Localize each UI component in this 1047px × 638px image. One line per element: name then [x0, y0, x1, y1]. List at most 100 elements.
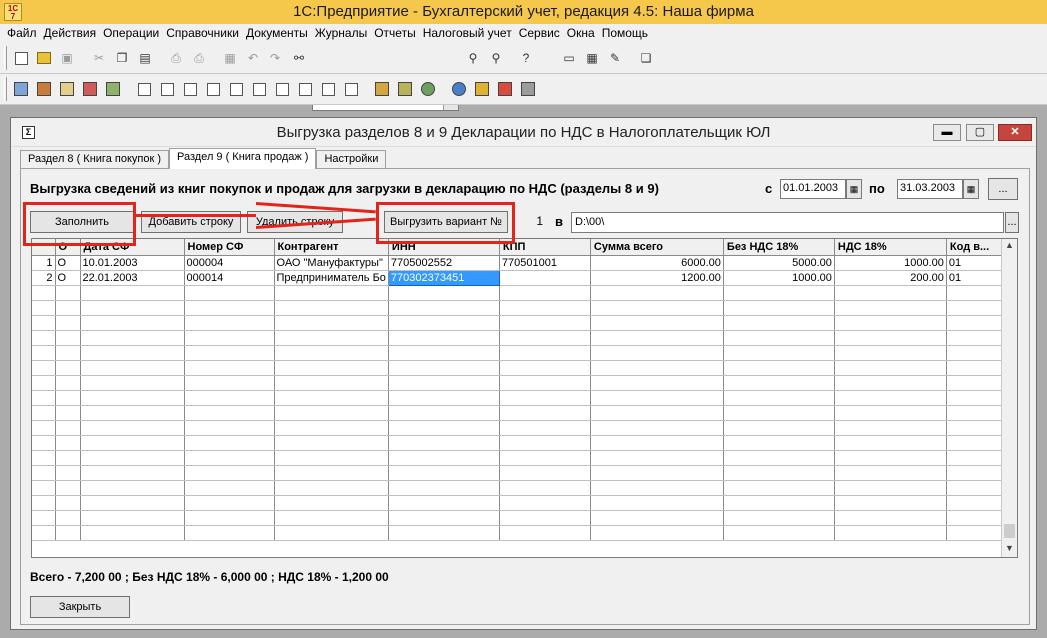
table-row[interactable]: 1 О 10.01.2003 000004 ОАО "Мануфактуры" 77050…: [32, 255, 1007, 271]
cell-net-amount[interactable]: [723, 465, 835, 481]
cell-o[interactable]: [55, 375, 81, 391]
cell-invoice-number[interactable]: [184, 390, 275, 406]
cell-total[interactable]: [590, 360, 724, 376]
cell-invoice-number[interactable]: [184, 480, 275, 496]
menu-windows[interactable]: Окна: [566, 24, 601, 43]
journal-icon[interactable]: [58, 80, 76, 98]
sales-book-table[interactable]: О Дата СФ Номер СФ Контрагент ИНН КПП Су…: [31, 238, 1018, 558]
cell-net-amount[interactable]: [723, 435, 835, 451]
cell-vat[interactable]: [834, 450, 947, 466]
cell-code[interactable]: [946, 495, 1007, 511]
cell-code[interactable]: 01: [946, 255, 1007, 271]
cell-invoice-date[interactable]: [80, 510, 185, 526]
cell-net-amount[interactable]: [723, 330, 835, 346]
report-4-icon[interactable]: [204, 80, 222, 98]
cell-row-number[interactable]: [32, 480, 56, 496]
cell-o[interactable]: [55, 315, 81, 331]
cell-kpp[interactable]: [499, 420, 591, 436]
table-row[interactable]: [32, 345, 1007, 361]
cell-inn[interactable]: [388, 360, 500, 376]
cell-total[interactable]: [590, 450, 724, 466]
cell-total[interactable]: [590, 345, 724, 361]
find-doc-icon[interactable]: ▦: [221, 49, 239, 67]
cell-vat[interactable]: 200.00: [834, 270, 947, 286]
cell-net-amount[interactable]: [723, 345, 835, 361]
cell-invoice-date[interactable]: [80, 285, 185, 301]
cell-inn[interactable]: [388, 435, 500, 451]
calendar-to-icon[interactable]: ▦: [963, 179, 979, 199]
cell-code[interactable]: [946, 435, 1007, 451]
cell-total[interactable]: [590, 315, 724, 331]
open-folder-icon[interactable]: [35, 49, 53, 67]
cell-invoice-number[interactable]: [184, 525, 275, 541]
date-from-field[interactable]: 01.01.2003: [780, 179, 846, 199]
cell-invoice-number[interactable]: [184, 285, 275, 301]
cell-vat[interactable]: [834, 465, 947, 481]
table-row[interactable]: 2 О 22.01.2003 000014 Предприниматель Бо 7703…: [32, 269, 1007, 286]
cell-o[interactable]: [55, 450, 81, 466]
cell-kpp[interactable]: 770501001: [499, 255, 591, 271]
cell-net-amount[interactable]: [723, 480, 835, 496]
report-9-icon[interactable]: [319, 80, 337, 98]
cell-counterparty[interactable]: [274, 525, 389, 541]
cell-kpp[interactable]: [499, 495, 591, 511]
cell-vat[interactable]: [834, 510, 947, 526]
cell-invoice-number[interactable]: [184, 330, 275, 346]
scroll-thumb[interactable]: [1004, 524, 1015, 538]
cell-invoice-date[interactable]: [80, 435, 185, 451]
cell-kpp[interactable]: [499, 390, 591, 406]
column-header-vat[interactable]: НДС 18%: [834, 239, 947, 256]
paste-icon[interactable]: ▤: [136, 49, 154, 67]
cell-total[interactable]: [590, 330, 724, 346]
table-row[interactable]: [32, 285, 1007, 301]
cell-code[interactable]: [946, 390, 1007, 406]
cell-row-number[interactable]: 2: [32, 270, 56, 286]
cell-row-number[interactable]: [32, 495, 56, 511]
cell-total[interactable]: 6000.00: [590, 255, 724, 271]
cell-inn[interactable]: [388, 495, 500, 511]
cell-inn[interactable]: [388, 450, 500, 466]
cell-row-number[interactable]: [32, 525, 56, 541]
cell-inn[interactable]: [388, 420, 500, 436]
cell-total[interactable]: [590, 405, 724, 421]
cell-invoice-date[interactable]: [80, 525, 185, 541]
cell-o[interactable]: [55, 465, 81, 481]
cell-row-number[interactable]: [32, 465, 56, 481]
cell-kpp[interactable]: [499, 375, 591, 391]
period-select-button[interactable]: ...: [988, 178, 1018, 200]
cell-counterparty[interactable]: [274, 435, 389, 451]
tools-icon[interactable]: ✎: [606, 49, 624, 67]
close-button[interactable]: Закрыть: [30, 596, 130, 618]
cell-code[interactable]: 01: [946, 270, 1007, 286]
table-row[interactable]: [32, 420, 1007, 436]
service-1-icon[interactable]: [450, 80, 468, 98]
documents-icon[interactable]: [35, 80, 53, 98]
cell-net-amount[interactable]: 1000.00: [723, 270, 835, 286]
path-browse-button[interactable]: ...: [1005, 212, 1019, 233]
cell-code[interactable]: [946, 480, 1007, 496]
cell-kpp[interactable]: [499, 480, 591, 496]
export-path-field[interactable]: D:\00\: [571, 212, 1004, 233]
book-icon[interactable]: ❏: [637, 49, 655, 67]
column-header-code[interactable]: Код в...: [946, 239, 1007, 256]
tax-1-icon[interactable]: [373, 80, 391, 98]
cell-invoice-date[interactable]: [80, 420, 185, 436]
cell-code[interactable]: [946, 450, 1007, 466]
cell-counterparty[interactable]: [274, 405, 389, 421]
cell-invoice-number[interactable]: [184, 405, 275, 421]
cell-code[interactable]: [946, 510, 1007, 526]
cell-code[interactable]: [946, 360, 1007, 376]
tax-2-icon[interactable]: [396, 80, 414, 98]
cell-invoice-date[interactable]: 10.01.2003: [80, 255, 185, 271]
cell-o[interactable]: [55, 510, 81, 526]
cell-row-number[interactable]: [32, 510, 56, 526]
cell-inn[interactable]: [388, 315, 500, 331]
minimize-icon[interactable]: ▬: [933, 124, 961, 141]
cell-net-amount[interactable]: [723, 405, 835, 421]
tab-section-8[interactable]: Раздел 8 ( Книга покупок ): [20, 150, 169, 169]
cell-inn[interactable]: [388, 390, 500, 406]
cell-vat[interactable]: [834, 420, 947, 436]
cell-kpp[interactable]: [499, 330, 591, 346]
cell-kpp[interactable]: [499, 360, 591, 376]
service-4-icon[interactable]: [519, 80, 537, 98]
